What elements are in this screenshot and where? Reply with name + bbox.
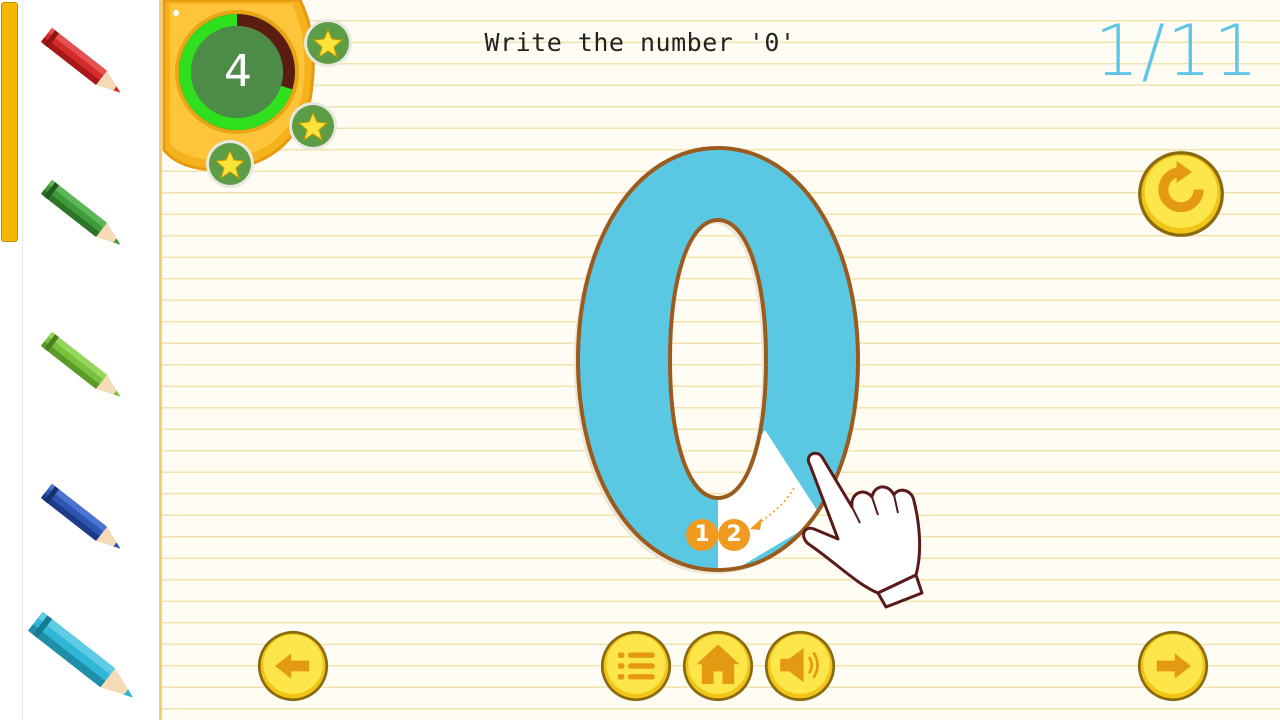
scrollbar-thumb[interactable] xyxy=(1,2,18,242)
pencil-blue[interactable] xyxy=(30,474,140,569)
list-icon xyxy=(600,630,672,702)
pencil-lime[interactable] xyxy=(30,322,140,417)
speaker-icon xyxy=(764,630,836,702)
menu-button[interactable] xyxy=(600,630,672,702)
sound-button[interactable] xyxy=(764,630,836,702)
pencil-green[interactable] xyxy=(30,170,140,265)
pencil-red[interactable] xyxy=(30,18,140,113)
instruction-text: Write the number '0' xyxy=(484,28,796,57)
pencil-cyan-selected[interactable] xyxy=(18,600,153,720)
back-button[interactable] xyxy=(257,630,329,702)
replay-button[interactable] xyxy=(1137,150,1225,238)
next-button[interactable] xyxy=(1137,630,1209,702)
hand-pointer-icon xyxy=(802,451,924,609)
star-icon-3 xyxy=(206,140,254,188)
score-value: 4 xyxy=(224,46,252,97)
stroke-marker-1: 1 xyxy=(686,519,718,551)
color-palette-sidebar xyxy=(0,0,162,720)
replay-icon xyxy=(1138,151,1224,237)
home-icon xyxy=(682,630,754,702)
progress-counter: 1/11 xyxy=(1094,10,1260,92)
arrow-right-icon xyxy=(1137,630,1209,702)
home-button[interactable] xyxy=(682,630,754,702)
star-icon-1 xyxy=(304,19,352,67)
arrow-left-icon xyxy=(257,630,329,702)
stroke-marker-2: 2 xyxy=(718,519,750,551)
star-icon-2 xyxy=(289,102,337,150)
